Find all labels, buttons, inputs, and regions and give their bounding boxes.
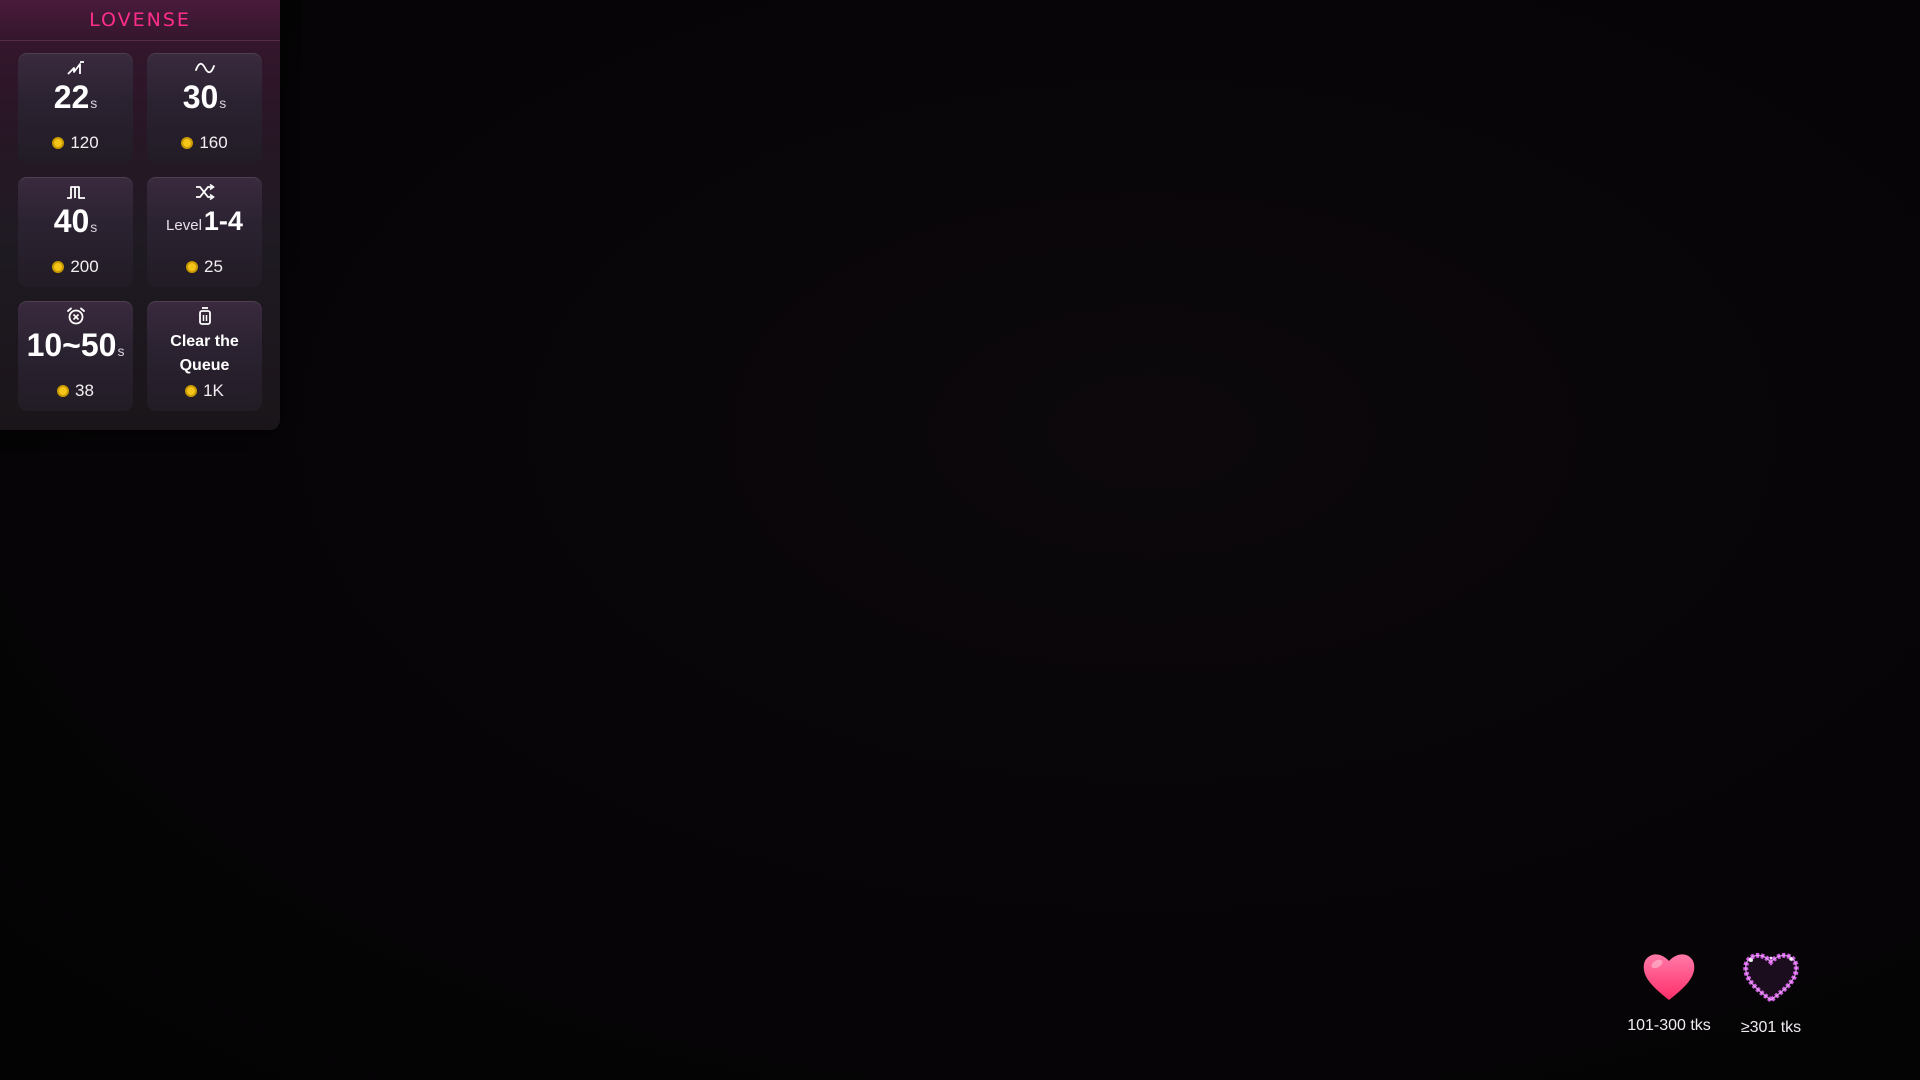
duration-value: 10~50: [26, 327, 117, 363]
tip-tile-40s[interactable]: 40 s 200: [18, 177, 133, 287]
duration-unit: s: [117, 343, 125, 359]
coin-icon: [52, 261, 65, 273]
pulse-wave-icon: [66, 182, 86, 202]
pink-heart-icon: [1641, 950, 1697, 1007]
price-value: 25: [204, 257, 223, 276]
duration-value: 30: [182, 79, 219, 115]
alarm-clock-icon: [66, 306, 86, 326]
duration-unit: s: [219, 95, 227, 111]
coin-icon: [57, 385, 70, 397]
tile-price: 120: [18, 133, 133, 153]
tile-price: 160: [147, 133, 262, 153]
price-value: 160: [199, 133, 228, 152]
tip-menu-grid: 22 s 120 30 s 160 40 s 200 Level 1-4 25 …: [18, 53, 262, 411]
price-value: 1K: [203, 381, 224, 400]
clear-queue-line2: Queue: [179, 357, 230, 374]
duration-value: 40: [53, 203, 90, 239]
tile-price: 1K: [147, 381, 262, 401]
tile-price: 38: [18, 381, 133, 401]
tip-range-label: ≥301 tks: [1740, 1019, 1802, 1036]
level-value: 1-4: [203, 206, 243, 236]
tip-tile-random-level[interactable]: Level 1-4 25: [147, 177, 262, 287]
tip-tile-random-duration[interactable]: 10~50 s 38: [18, 301, 133, 411]
step-wave-icon: [66, 58, 86, 78]
coin-icon: [181, 137, 194, 149]
tile-price: 200: [18, 257, 133, 277]
lovense-control-panel: LOVENSE 22 s 120 30 s 160 40 s 200 Level…: [0, 0, 280, 430]
trash-icon: [197, 306, 213, 326]
tip-tile-22s[interactable]: 22 s 120: [18, 53, 133, 163]
coin-icon: [186, 261, 199, 273]
tip-reaction-pink-heart[interactable]: 101-300 tks: [1614, 950, 1724, 1035]
video-stage: LOVENSE 22 s 120 30 s 160 40 s 200 Level…: [0, 0, 1920, 1080]
tile-duration: 40 s: [54, 203, 98, 239]
tile-duration: 22 s: [54, 79, 98, 115]
shuffle-icon: [195, 182, 215, 202]
duration-value: 22: [53, 79, 90, 115]
lovense-logo: LOVENSE: [89, 9, 191, 31]
tile-level: Level 1-4: [166, 203, 243, 239]
coin-icon: [185, 385, 198, 397]
sine-wave-icon: [194, 58, 215, 78]
tile-price: 25: [147, 257, 262, 277]
coin-icon: [52, 137, 65, 149]
tip-reaction-sparkle-heart[interactable]: ≥301 tks: [1716, 950, 1826, 1037]
price-value: 200: [70, 257, 99, 276]
tile-duration: 30 s: [183, 79, 227, 115]
price-value: 38: [75, 381, 94, 400]
price-value: 120: [70, 133, 99, 152]
tip-range-label: 101-300 tks: [1627, 1017, 1711, 1034]
tip-tile-30s[interactable]: 30 s 160: [147, 53, 262, 163]
tile-duration: 10~50 s: [27, 327, 125, 363]
duration-unit: s: [90, 219, 98, 235]
clear-queue-line1: Clear the: [170, 333, 239, 350]
panel-header: LOVENSE: [0, 0, 280, 41]
clear-queue-label: Clear the Queue: [170, 330, 238, 378]
tip-tile-clear-queue[interactable]: Clear the Queue 1K: [147, 301, 262, 411]
duration-unit: s: [90, 95, 98, 111]
sparkle-heart-icon: [1741, 950, 1801, 1009]
level-prefix: Level: [166, 217, 202, 234]
